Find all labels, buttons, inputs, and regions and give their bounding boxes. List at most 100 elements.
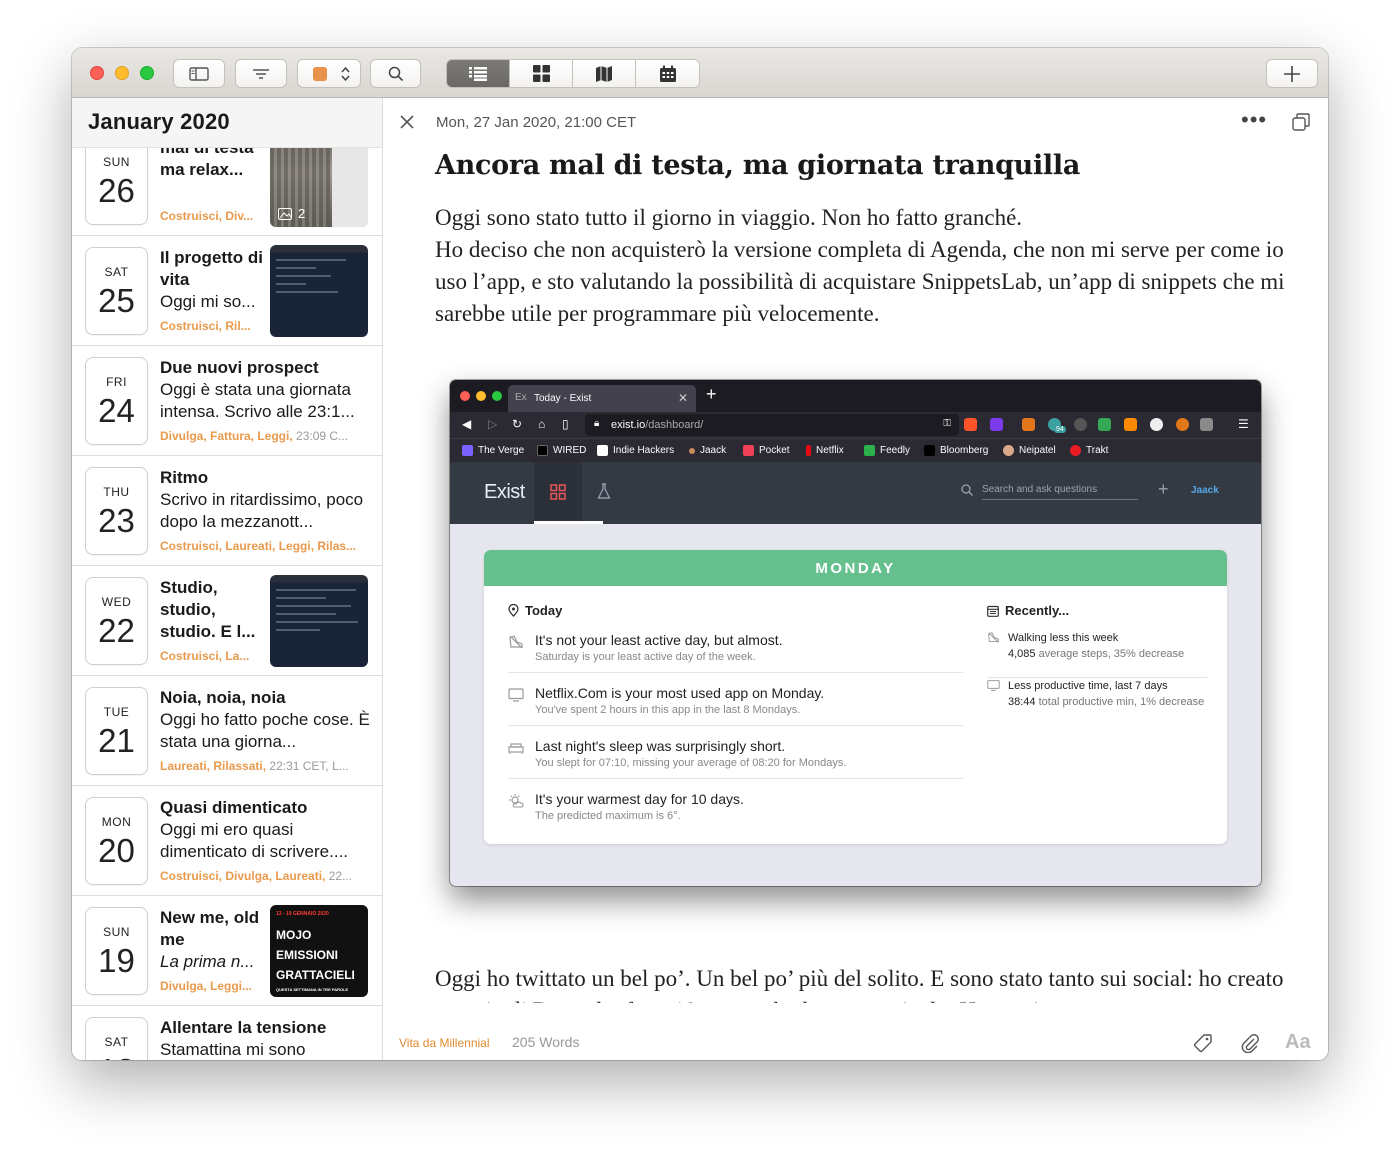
recent-heading: Recently... (987, 603, 1069, 618)
duplicate-window-icon[interactable] (1291, 112, 1311, 132)
weekday-label: TUE (103, 705, 130, 719)
entry-date[interactable]: Mon, 27 Jan 2020, 21:00 CET (436, 114, 636, 131)
tab-favicon: Ex (515, 392, 527, 403)
entry-meta: 23:09 C... (296, 429, 349, 443)
entry-list-item[interactable]: WED 22 Studio, studio, studio. E l... Co… (72, 566, 382, 676)
entry-list-item[interactable]: SAT 18 Allentare la tensione Stamattina … (72, 1006, 382, 1060)
exist-user-name: Jaack (1191, 485, 1219, 496)
entry-title: mal di testa ma relax... (160, 148, 254, 179)
bookmark-item: The Verge (462, 445, 524, 456)
entry-list-item[interactable]: SAT 25 Il progetto di vita Oggi mi so...… (72, 236, 382, 346)
calendar-view-button[interactable] (636, 60, 699, 87)
bed-icon (508, 743, 524, 754)
image-count: 2 (298, 206, 306, 221)
insight-text: Last night's sleep was surprisingly shor… (535, 738, 786, 754)
bookmark-item: Netflix (806, 445, 844, 456)
entry-summary: Due nuovi prospect Oggi è stata una gior… (160, 357, 370, 423)
search-button[interactable] (370, 59, 421, 88)
filter-icon (253, 68, 269, 79)
entry-list-item[interactable]: MON 20 Quasi dimenticato Oggi mi ero qua… (72, 786, 382, 896)
entry-summary: Ritmo Scrivo in ritardissimo, poco dopo … (160, 467, 370, 533)
tag-list: Costruisci, Laureati, Leggi, Rilas... (160, 539, 357, 553)
journal-selector[interactable] (297, 59, 361, 88)
list-icon (469, 66, 487, 81)
recent-title: Less productive time, last 7 days (1008, 680, 1168, 692)
weekday-label: THU (103, 485, 130, 499)
extension-badge-count: 94 (1054, 426, 1066, 433)
add-icon: + (1158, 479, 1169, 499)
weekday-label: SAT (104, 265, 129, 279)
browser-nav-bar: ◀ ▷ ↻ ⌂ ▯ 🔒︎ exist.io/dashboard/ ⚿ 94 ☰ (450, 412, 1261, 438)
insight-item: Last night's sleep was surprisingly shor… (508, 738, 963, 779)
poster-line: GRATTACIELI (276, 968, 355, 982)
entry-body-continued[interactable]: Oggi ho twittato un bel po’. Un bel po’ … (435, 963, 1305, 1003)
active-tab-indicator (534, 521, 603, 524)
entry-thumbnail[interactable] (270, 575, 368, 667)
cloud-extension-icon (1150, 418, 1163, 431)
tag-list: Costruisci, Div... (160, 209, 254, 223)
close-icon[interactable] (397, 112, 417, 132)
filter-button[interactable] (235, 59, 287, 88)
back-icon: ◀ (462, 417, 472, 431)
sun-cloud-icon (509, 794, 524, 808)
entry-thumbnail[interactable] (270, 245, 368, 337)
new-entry-button[interactable] (1266, 59, 1318, 88)
date-badge: MON 20 (85, 797, 148, 885)
entry-editor: Mon, 27 Jan 2020, 21:00 CET ••• Ancora m… (383, 98, 1328, 1060)
recent-item: Walking less this week 4,085 average ste… (987, 630, 1207, 672)
url-host: exist.io (611, 419, 646, 431)
entry-list-item[interactable]: TUE 21 Noia, noia, noia Oggi ho fatto po… (72, 676, 382, 786)
browser-tab-bar: Ex Today - Exist ✕ + (450, 380, 1261, 412)
bookmark-item: Indie Hackers (597, 445, 674, 456)
insight-item: It's not your least active day, but almo… (508, 632, 963, 673)
weekday-label: SUN (103, 155, 130, 169)
date-badge: SUN 26 (85, 148, 148, 225)
entry-thumbnail[interactable]: 2 (270, 148, 368, 227)
poster-line: EMISSIONI (276, 948, 339, 962)
map-icon (596, 65, 612, 82)
text-format-button[interactable]: Aa (1285, 1031, 1311, 1054)
list-view-button[interactable] (447, 60, 510, 87)
date-badge: FRI 24 (85, 357, 148, 445)
insight-text: It's not your least active day, but almo… (535, 632, 783, 648)
entry-list-item[interactable]: SUN 19 New me, old me La prima n... Divu… (72, 896, 382, 1006)
minimize-window-button[interactable] (115, 66, 129, 80)
exist-app-header: Exist Search and ask questions + Jaack (450, 462, 1261, 524)
tag-icon[interactable] (1193, 1033, 1213, 1053)
entry-list-item[interactable]: THU 23 Ritmo Scrivo in ritardissimo, poc… (72, 456, 382, 566)
divider (508, 778, 963, 779)
toggle-sidebar-button[interactable] (173, 59, 225, 88)
shoe-icon (988, 631, 999, 643)
insight-detail: Saturday is your least active day of the… (535, 651, 756, 663)
entry-summary: Studio, studio, studio. E l... (160, 577, 264, 643)
bookmark-label: WIRED (553, 445, 587, 456)
zoom-window-button[interactable] (140, 66, 154, 80)
map-view-button[interactable] (573, 60, 636, 87)
bookmarks-bar: The Verge WIRED Indie Hackers Jaack Pock… (450, 438, 1261, 462)
recent-value: 38:44 (1008, 696, 1036, 708)
entry-list-item[interactable]: FRI 24 Due nuovi prospect Oggi è stata u… (72, 346, 382, 456)
journal-name[interactable]: Vita da Millennial (399, 1036, 490, 1050)
date-badge: SUN 19 (85, 907, 148, 995)
entry-title: New me, old me (160, 908, 260, 949)
entry-body[interactable]: Oggi sono stato tutto il giorno in viagg… (435, 202, 1295, 330)
divider (508, 725, 963, 726)
entries-list[interactable]: SUN 26 mal di testa ma relax... Costruis… (72, 148, 382, 1060)
day-number: 25 (98, 282, 135, 319)
entry-title-heading[interactable]: Ancora mal di testa, ma giornata tranqui… (435, 150, 1080, 181)
entry-list-item[interactable]: SUN 26 mal di testa ma relax... Costruis… (72, 148, 382, 236)
insight-detail: You've spent 2 hours in this app in the … (535, 704, 801, 716)
close-window-button[interactable] (90, 66, 104, 80)
entry-title: Due nuovi prospect (160, 358, 319, 377)
embedded-screenshot[interactable]: Ex Today - Exist ✕ + ◀ ▷ ↻ ⌂ ▯ 🔒︎ exist.… (450, 380, 1261, 886)
tag-list: Laureati, Rilassati, (160, 759, 267, 773)
more-options-icon[interactable]: ••• (1241, 109, 1267, 131)
exist-logo: Exist (484, 481, 525, 503)
app-window: January 2020 SUN 26 mal di testa ma rela… (72, 48, 1328, 1060)
attachment-icon[interactable] (1240, 1033, 1260, 1053)
grid-view-button[interactable] (510, 60, 573, 87)
weekday-label: SUN (103, 925, 130, 939)
url-path: /dashboard/ (645, 419, 704, 431)
entry-thumbnail[interactable]: 13 - 19 GENNAIO 2020 MOJO EMISSIONI GRAT… (270, 905, 368, 997)
month-title: January 2020 (88, 109, 230, 134)
